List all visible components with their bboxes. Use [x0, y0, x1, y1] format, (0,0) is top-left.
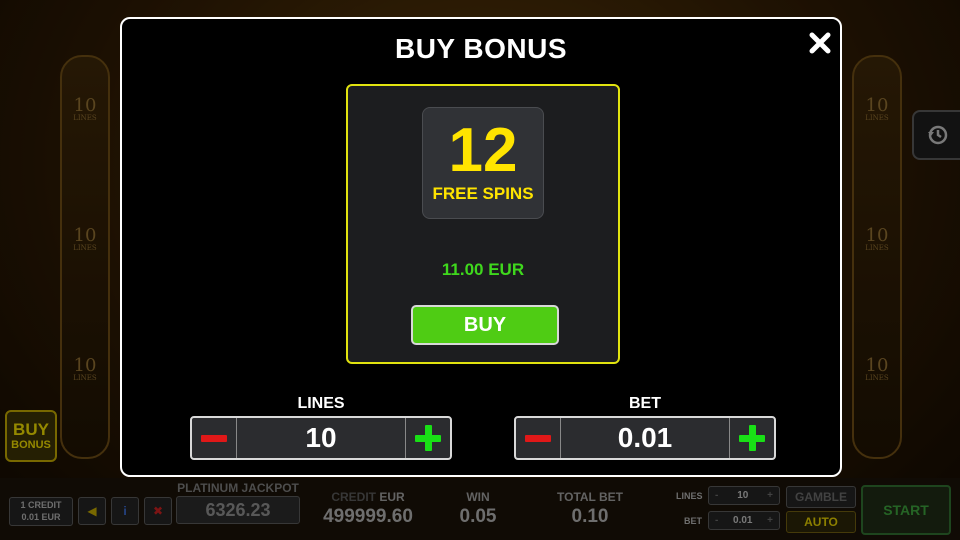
- buy-button[interactable]: BUY: [411, 305, 559, 345]
- bonus-offer-card: 12 FREE SPINS 11.00 EUR BUY: [346, 84, 620, 364]
- plus-icon: [415, 425, 441, 451]
- plus-icon: [739, 425, 765, 451]
- lines-label: LINES: [297, 395, 345, 412]
- free-spins-label: FREE SPINS: [432, 184, 534, 203]
- free-spins-tile: 12 FREE SPINS: [422, 107, 544, 219]
- bet-value: 0.01: [617, 422, 673, 453]
- lines-value: 10: [305, 422, 337, 453]
- buy-bonus-modal: BUY BONUS 12 FREE SPINS 11.00 EUR BUY LI…: [120, 17, 842, 477]
- bonus-price: 11.00 EUR: [441, 260, 525, 279]
- lines-stepper: 10: [190, 416, 452, 460]
- lines-decrease-button[interactable]: [192, 418, 237, 458]
- lines-increase-button[interactable]: [405, 418, 450, 458]
- bet-label: BET: [629, 395, 661, 412]
- free-spins-count: 12: [448, 116, 518, 185]
- bet-increase-button[interactable]: [729, 418, 774, 458]
- minus-icon: [201, 434, 227, 442]
- minus-icon: [525, 434, 551, 442]
- modal-title: BUY BONUS: [394, 33, 567, 64]
- bet-decrease-button[interactable]: [516, 418, 561, 458]
- close-button[interactable]: [804, 27, 836, 59]
- bet-stepper: 0.01: [514, 416, 776, 460]
- close-icon: [809, 32, 831, 54]
